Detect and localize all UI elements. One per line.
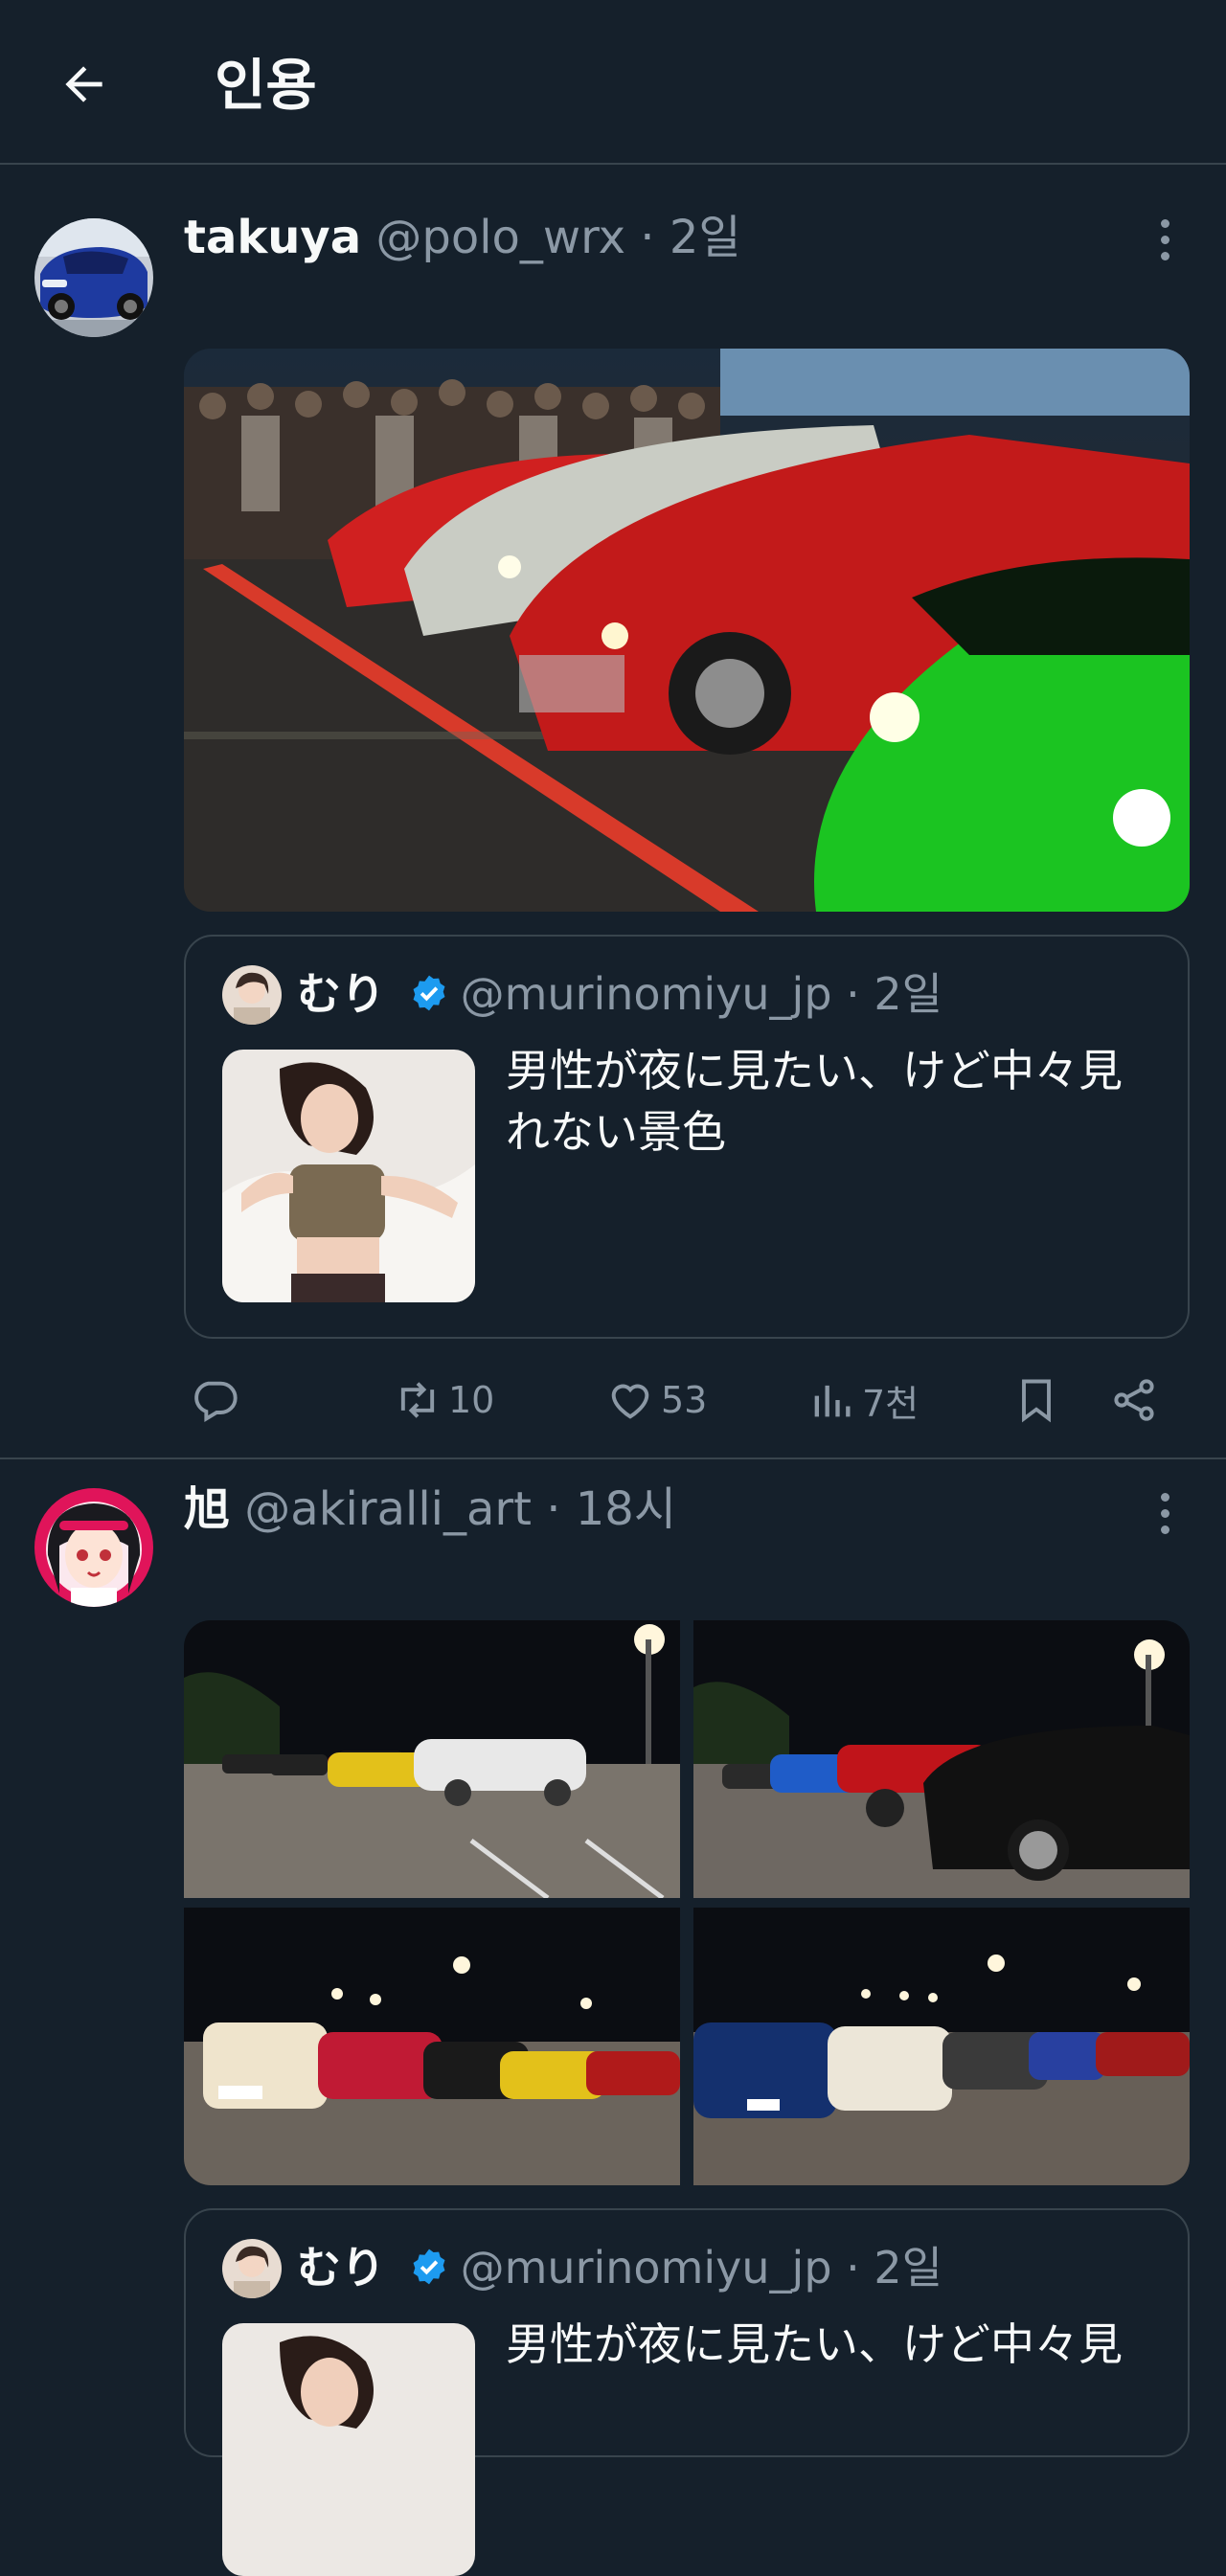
top-bar: 인용	[0, 0, 1226, 165]
dot-separator: ·	[846, 2242, 860, 2294]
quote-author-handle: @murinomiyu_jp	[460, 968, 832, 1020]
quote-avatar[interactable]	[222, 965, 282, 1025]
author-handle[interactable]: @polo_wrx	[375, 211, 625, 264]
more-vertical-icon[interactable]	[1146, 1484, 1184, 1542]
verified-badge-icon	[413, 2248, 445, 2285]
quote-author-name: むり	[297, 968, 385, 1020]
more-vertical-icon[interactable]	[1146, 211, 1184, 268]
retweet-count: 10	[448, 1379, 495, 1421]
retweet-button[interactable]: 10	[393, 1362, 494, 1438]
grid-image-2[interactable]	[693, 1620, 1190, 1898]
post[interactable]: takuya @polo_wrx · 2일 むり @murinomiyu_jp …	[0, 186, 1226, 1457]
quote-text: 男性が夜に見たい、けど中々見れない景色	[506, 1045, 1123, 1158]
like-button[interactable]: 53	[605, 1362, 707, 1438]
page-title: 인용	[215, 53, 317, 118]
retweet-icon	[400, 1382, 435, 1418]
grid-image-4[interactable]	[693, 1908, 1190, 2185]
quote-thumbnail[interactable]	[222, 1050, 475, 1302]
like-count: 53	[661, 1379, 708, 1421]
share-icon	[1114, 1379, 1154, 1421]
arrow-left-icon	[65, 66, 102, 102]
post[interactable]: 旭 @akiralli_art · 18시 むり @murinomiyu_jp …	[0, 1459, 1226, 2576]
quote-text: 男性が夜に見たい、けど中々見	[506, 2318, 1123, 2370]
quote-author-handle: @murinomiyu_jp	[460, 2242, 832, 2294]
views-button[interactable]: 7천	[806, 1362, 919, 1438]
reply-button[interactable]	[190, 1362, 239, 1438]
quote-time: 2일	[874, 2242, 942, 2294]
quote-author-name: むり	[297, 2242, 385, 2294]
author-name[interactable]: takuya	[184, 211, 361, 264]
author-name[interactable]: 旭	[184, 1482, 230, 1536]
action-bar: 10 53 7천	[184, 1362, 1190, 1438]
avatar[interactable]	[34, 1488, 153, 1607]
dot-separator: ·	[546, 1482, 561, 1536]
post-header: 旭 @akiralli_art · 18시	[184, 1480, 676, 1538]
grid-image-1[interactable]	[184, 1620, 680, 1898]
dot-separator: ·	[846, 968, 860, 1020]
view-count: 7천	[862, 1382, 920, 1425]
quote-header: むり @murinomiyu_jp · 2일	[297, 2237, 942, 2298]
verified-badge-icon	[413, 975, 445, 1011]
heart-icon	[611, 1384, 649, 1419]
share-button[interactable]	[1109, 1362, 1159, 1438]
views-icon	[814, 1385, 851, 1417]
quoted-post[interactable]: むり @murinomiyu_jp · 2일 男性が夜に見たい、けど中々見れない…	[184, 935, 1190, 1339]
quote-avatar[interactable]	[222, 2239, 282, 2298]
quote-thumbnail[interactable]	[222, 2323, 475, 2576]
back-button[interactable]	[50, 50, 119, 119]
quote-time: 2일	[874, 968, 942, 1020]
post-image-grid	[184, 1620, 1190, 2185]
post-time[interactable]: 2일	[670, 211, 741, 264]
author-handle[interactable]: @akiralli_art	[244, 1482, 532, 1536]
bookmark-icon	[1022, 1379, 1051, 1423]
quoted-post[interactable]: むり @murinomiyu_jp · 2일 男性が夜に見たい、けど中々見	[184, 2208, 1190, 2576]
post-time[interactable]: 18시	[576, 1482, 676, 1536]
quote-header: むり @murinomiyu_jp · 2일	[297, 963, 942, 1025]
grid-image-3[interactable]	[184, 1908, 680, 2185]
post-header: takuya @polo_wrx · 2일	[184, 209, 741, 266]
dot-separator: ·	[640, 211, 655, 264]
reply-icon	[194, 1381, 238, 1422]
avatar[interactable]	[34, 218, 153, 337]
bookmark-button[interactable]	[1011, 1362, 1061, 1438]
post-image[interactable]	[184, 349, 1190, 912]
